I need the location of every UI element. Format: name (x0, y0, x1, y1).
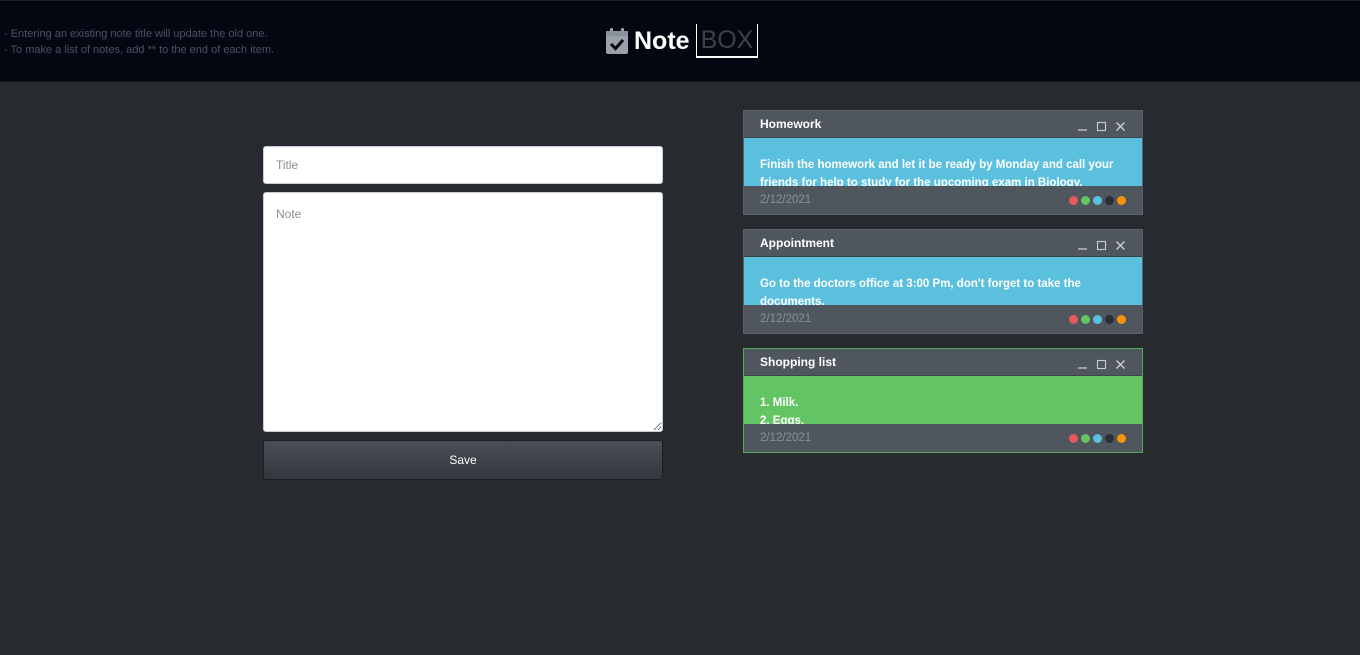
note-card-header: Homework (744, 111, 1142, 138)
save-button[interactable]: Save (263, 440, 663, 480)
tip-line: - To make a list of notes, add ** to the… (4, 44, 275, 56)
color-red-dot[interactable] (1069, 433, 1078, 443)
color-dark-dot[interactable] (1105, 314, 1114, 324)
close-icon[interactable] (1115, 357, 1126, 369)
minimize-icon[interactable] (1077, 238, 1088, 250)
minimize-icon[interactable] (1077, 119, 1088, 131)
color-orange-dot[interactable] (1117, 314, 1126, 324)
color-blue-dot[interactable] (1093, 314, 1102, 324)
calendar-check-icon (606, 28, 628, 54)
color-blue-dot[interactable] (1093, 433, 1102, 443)
window-controls (1077, 357, 1126, 369)
note-title: Shopping list (760, 355, 836, 369)
color-picker (1069, 314, 1126, 324)
note-body-line: documents. (760, 296, 825, 305)
color-picker (1069, 433, 1126, 443)
note-date: 2/12/2021 (760, 313, 812, 325)
tips-text: - Entering an existing note title will u… (4, 26, 274, 58)
color-green-dot[interactable] (1081, 314, 1090, 324)
note-card-header: Shopping list (744, 349, 1142, 376)
note-body-line: Go to the doctors office at 3:00 Pm, don… (760, 278, 1081, 290)
color-red-dot[interactable] (1069, 314, 1078, 324)
note-body[interactable]: 1. Milk. 2. Eggs. (744, 376, 1142, 424)
note-body-line: 2. Eggs. (760, 415, 805, 424)
note-card: Homework Finish the homework and let it … (743, 110, 1143, 215)
note-body[interactable]: Go to the doctors office at 3:00 Pm, don… (744, 257, 1142, 305)
note-body-line: 1. Milk. (760, 397, 799, 409)
color-green-dot[interactable] (1081, 195, 1090, 205)
color-red-dot[interactable] (1069, 195, 1078, 205)
note-body-line: friends for help to study for the upcomi… (760, 177, 1083, 186)
maximize-icon[interactable] (1096, 119, 1107, 131)
color-orange-dot[interactable] (1117, 195, 1126, 205)
brand-note-text: Note (634, 26, 690, 55)
window-controls (1077, 119, 1126, 131)
note-body-line: Finish the homework and let it be ready … (760, 159, 1114, 171)
note-date: 2/12/2021 (760, 194, 812, 206)
brand-logo: Note BOX (606, 23, 759, 59)
close-icon[interactable] (1115, 119, 1126, 131)
brand-box-text: BOX (695, 24, 759, 58)
minimize-icon[interactable] (1077, 357, 1088, 369)
note-textarea[interactable] (263, 192, 663, 432)
maximize-icon[interactable] (1096, 357, 1107, 369)
note-card-footer: 2/12/2021 (744, 424, 1142, 452)
note-body[interactable]: Finish the homework and let it be ready … (744, 138, 1142, 186)
maximize-icon[interactable] (1096, 238, 1107, 250)
note-card-header: Appointment (744, 230, 1142, 257)
color-dark-dot[interactable] (1105, 433, 1114, 443)
note-card-footer: 2/12/2021 (744, 305, 1142, 333)
color-orange-dot[interactable] (1117, 433, 1126, 443)
note-title: Appointment (760, 236, 834, 250)
tip-line: - Entering an existing note title will u… (4, 28, 268, 40)
color-blue-dot[interactable] (1093, 195, 1102, 205)
note-card: Shopping list 1. Milk. 2. Eggs. 2/12/202… (743, 348, 1143, 453)
color-dark-dot[interactable] (1105, 195, 1114, 205)
note-date: 2/12/2021 (760, 432, 812, 444)
note-card-footer: 2/12/2021 (744, 186, 1142, 214)
note-title: Homework (760, 117, 822, 131)
color-green-dot[interactable] (1081, 433, 1090, 443)
title-input[interactable] (263, 146, 663, 184)
color-picker (1069, 195, 1126, 205)
top-bar: - Entering an existing note title will u… (0, 0, 1360, 82)
close-icon[interactable] (1115, 238, 1126, 250)
window-controls (1077, 238, 1126, 250)
note-card: Appointment Go to the doctors office at … (743, 229, 1143, 334)
